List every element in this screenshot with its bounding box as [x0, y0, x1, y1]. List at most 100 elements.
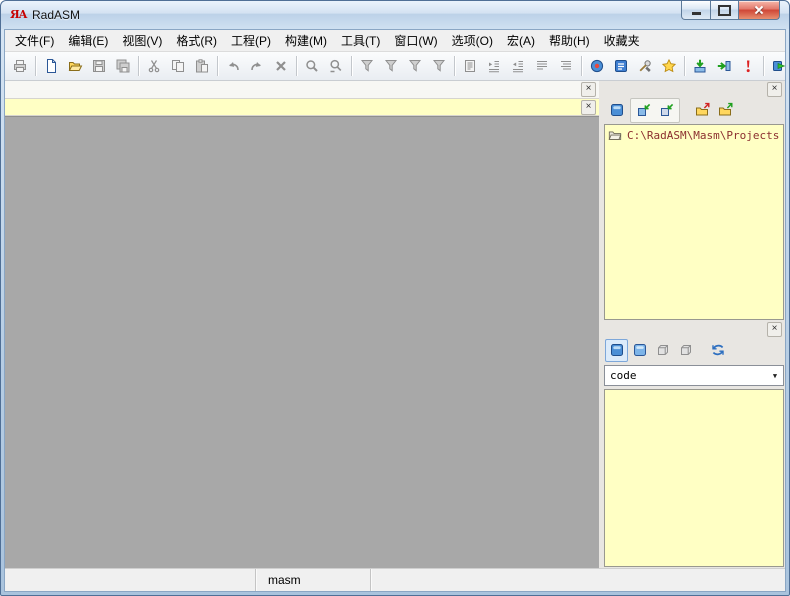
undo-icon	[225, 58, 241, 74]
addins-button[interactable]	[657, 54, 681, 78]
resource-cube-2-button	[674, 339, 697, 362]
project-panel: × C:\RadASM\Masm\Projects	[603, 81, 785, 321]
minimize-button[interactable]	[681, 1, 711, 20]
project-tree-root-item[interactable]: C:\RadASM\Masm\Projects	[607, 128, 781, 142]
project-view-button[interactable]	[605, 99, 628, 122]
menu-item-make[interactable]: 构建(M)	[278, 29, 334, 52]
project-view-icon	[609, 102, 625, 118]
code-editor-button[interactable]	[628, 339, 651, 362]
dialog-editor-button[interactable]	[605, 338, 628, 362]
clear-bookmarks-button	[427, 54, 451, 78]
run-button[interactable]	[767, 54, 790, 78]
main-toolbar-separator	[454, 56, 455, 76]
project-toolbar-button-group	[630, 97, 680, 123]
assemble-button[interactable]	[688, 54, 712, 78]
dock-strip-top: ×	[5, 81, 599, 99]
client-area: 文件(F) 编辑(E) 视图(V) 格式(R) 工程(P) 构建(M) 工具(T) 窗口(W)…	[4, 29, 786, 592]
open-folder-green-button[interactable]	[714, 99, 737, 122]
add-project-icon	[659, 102, 675, 118]
open-folder-red-button[interactable]	[691, 99, 714, 122]
add-project-button[interactable]	[655, 99, 678, 122]
maximize-button[interactable]	[711, 1, 739, 20]
main-toolbar-separator	[763, 56, 764, 76]
folder-icon	[607, 128, 623, 142]
menu-item-file[interactable]: 文件(F)	[8, 29, 61, 52]
dock-strip-top-close-icon[interactable]: ×	[581, 82, 596, 97]
copy-section-icon	[462, 58, 478, 74]
indent-button	[482, 54, 506, 78]
align-lines-button	[530, 54, 554, 78]
run-icon	[771, 58, 787, 74]
outdent-icon	[510, 58, 526, 74]
mdi-client-area[interactable]	[5, 116, 599, 568]
properties-list[interactable]	[604, 389, 784, 567]
menu-item-help[interactable]: 帮助(H)	[542, 29, 597, 52]
project-browser-button[interactable]	[585, 54, 609, 78]
paste-icon	[194, 58, 210, 74]
project-panel-close-icon[interactable]: ×	[767, 82, 782, 97]
find-next-button	[324, 54, 348, 78]
project-options-button[interactable]	[633, 54, 657, 78]
link-icon	[716, 58, 732, 74]
menu-item-window[interactable]: 窗口(W)	[387, 29, 444, 52]
templates-button[interactable]	[609, 54, 633, 78]
project-root-path[interactable]: C:\RadASM\Masm\Projects	[627, 129, 779, 142]
redo-icon	[249, 58, 265, 74]
indent-icon	[486, 58, 502, 74]
window-title: RadASM	[32, 8, 81, 22]
templates-icon	[613, 58, 629, 74]
main-toolbar	[5, 52, 786, 81]
find-next-icon	[328, 58, 344, 74]
new-file-icon	[43, 58, 59, 74]
dock-strip-output-close-icon[interactable]: ×	[581, 99, 596, 115]
refresh-button[interactable]	[706, 339, 729, 362]
menu-item-view[interactable]: 视图(V)	[115, 29, 169, 52]
menu-item-macro[interactable]: 宏(A)	[500, 29, 542, 52]
menu-item-tools[interactable]: 工具(T)	[334, 29, 387, 52]
find-button	[300, 54, 324, 78]
content-area: × × × C:\RadASM\Masm\Projects × code ▼	[5, 81, 785, 568]
cut-button	[142, 54, 166, 78]
new-file-button[interactable]	[39, 54, 63, 78]
delete-icon	[273, 58, 289, 74]
main-toolbar-separator	[138, 56, 139, 76]
add-module-icon	[636, 102, 652, 118]
section-combobox[interactable]: code ▼	[604, 365, 784, 386]
properties-panel-close-icon[interactable]: ×	[767, 322, 782, 337]
radasm-logo-icon[interactable]: ЯA	[10, 7, 27, 23]
resource-cube-1-icon	[655, 342, 671, 358]
minimize-icon	[691, 11, 701, 15]
next-bookmark-button	[379, 54, 403, 78]
align-lines-icon	[534, 58, 550, 74]
close-icon	[753, 4, 765, 16]
menu-item-project[interactable]: 工程(P)	[224, 29, 278, 52]
cut-icon	[146, 58, 162, 74]
copy-icon	[170, 58, 186, 74]
toggle-bookmark-button	[355, 54, 379, 78]
menu-item-format[interactable]: 格式(R)	[169, 29, 224, 52]
title-bar[interactable]: ЯA RadASM	[1, 1, 789, 29]
add-module-button[interactable]	[632, 99, 655, 122]
build-errors-button[interactable]	[736, 54, 760, 78]
open-file-button[interactable]	[63, 54, 87, 78]
window-controls	[681, 1, 780, 20]
menu-item-options[interactable]: 选项(O)	[445, 29, 500, 52]
open-folder-green-icon	[718, 102, 734, 118]
link-button[interactable]	[712, 54, 736, 78]
project-browser-icon	[589, 58, 605, 74]
menu-bar: 文件(F) 编辑(E) 视图(V) 格式(R) 工程(P) 构建(M) 工具(T) 窗口(W)…	[5, 30, 785, 52]
close-button[interactable]	[739, 1, 780, 20]
status-section-3	[371, 569, 785, 591]
menu-item-edit[interactable]: 编辑(E)	[61, 29, 115, 52]
save-all-icon	[115, 58, 131, 74]
find-icon	[304, 58, 320, 74]
dialog-editor-icon	[609, 342, 625, 358]
properties-panel: × code ▼	[603, 321, 785, 568]
status-bar: masm	[5, 568, 785, 591]
chevron-down-icon[interactable]: ▼	[767, 366, 783, 385]
align-fields-button	[554, 54, 578, 78]
dock-strip-output: ×	[5, 99, 599, 116]
menu-item-favorites[interactable]: 收藏夹	[597, 29, 647, 52]
redo-button	[245, 54, 269, 78]
project-tree[interactable]: C:\RadASM\Masm\Projects	[604, 124, 784, 320]
